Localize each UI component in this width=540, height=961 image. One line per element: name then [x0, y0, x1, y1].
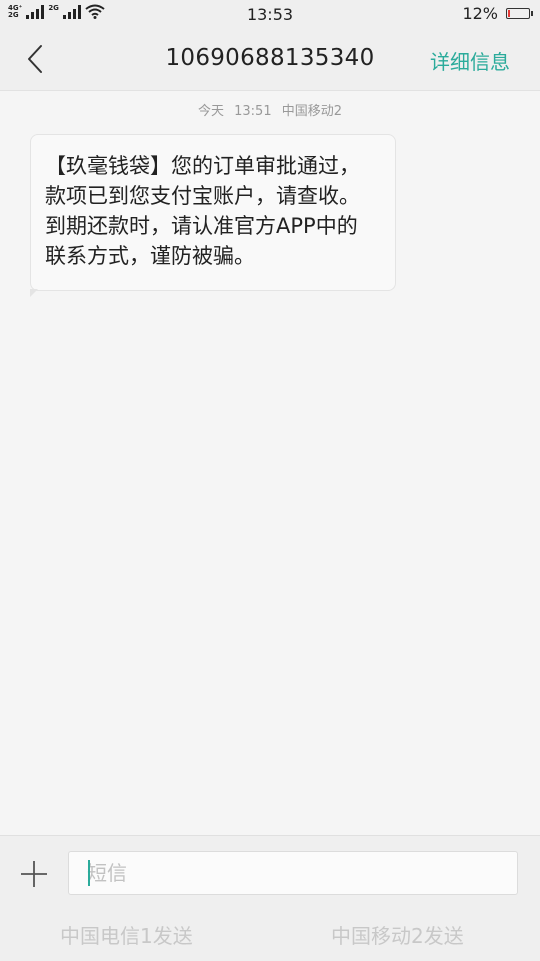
incoming-message-bubble[interactable]: 【玖毫钱袋】您的订单审批通过，款项已到您支付宝账户，请查收。到期还款时，请认准官…	[30, 134, 396, 297]
battery-group: 12%	[462, 4, 533, 23]
conversation-header: 10690688135340 详细信息	[0, 28, 540, 91]
send-sim1-button[interactable]: 中国电信1发送	[60, 920, 193, 949]
status-bar: 4G⁺ 2G 2G 13:53 12%	[0, 0, 540, 28]
add-attachment-button[interactable]	[18, 858, 50, 890]
send-sim2-button[interactable]: 中国移动2发送	[331, 920, 464, 949]
sms-input[interactable]	[68, 851, 518, 895]
text-cursor	[88, 860, 90, 886]
bubble-tail	[30, 289, 38, 297]
message-carrier: 中国移动2	[281, 104, 343, 119]
message-text: 【玖毫钱袋】您的订单审批通过，款项已到您支付宝账户，请查收。到期还款时，请认准官…	[45, 154, 360, 268]
message-timestamp: 今天 13:51 中国移动2	[0, 100, 540, 119]
battery-fill	[508, 10, 510, 17]
plus-icon	[21, 861, 47, 887]
battery-percent: 12%	[462, 4, 498, 23]
message-list[interactable]: 今天 13:51 中国移动2 【玖毫钱袋】您的订单审批通过，款项已到您支付宝账户…	[0, 91, 540, 835]
status-time: 13:53	[246, 5, 294, 24]
message-day: 今天	[197, 104, 224, 119]
composer: 中国电信1发送 中国移动2发送	[0, 835, 540, 961]
details-button[interactable]: 详细信息	[430, 46, 510, 75]
message-time: 13:51	[234, 104, 272, 119]
battery-icon	[506, 8, 533, 19]
